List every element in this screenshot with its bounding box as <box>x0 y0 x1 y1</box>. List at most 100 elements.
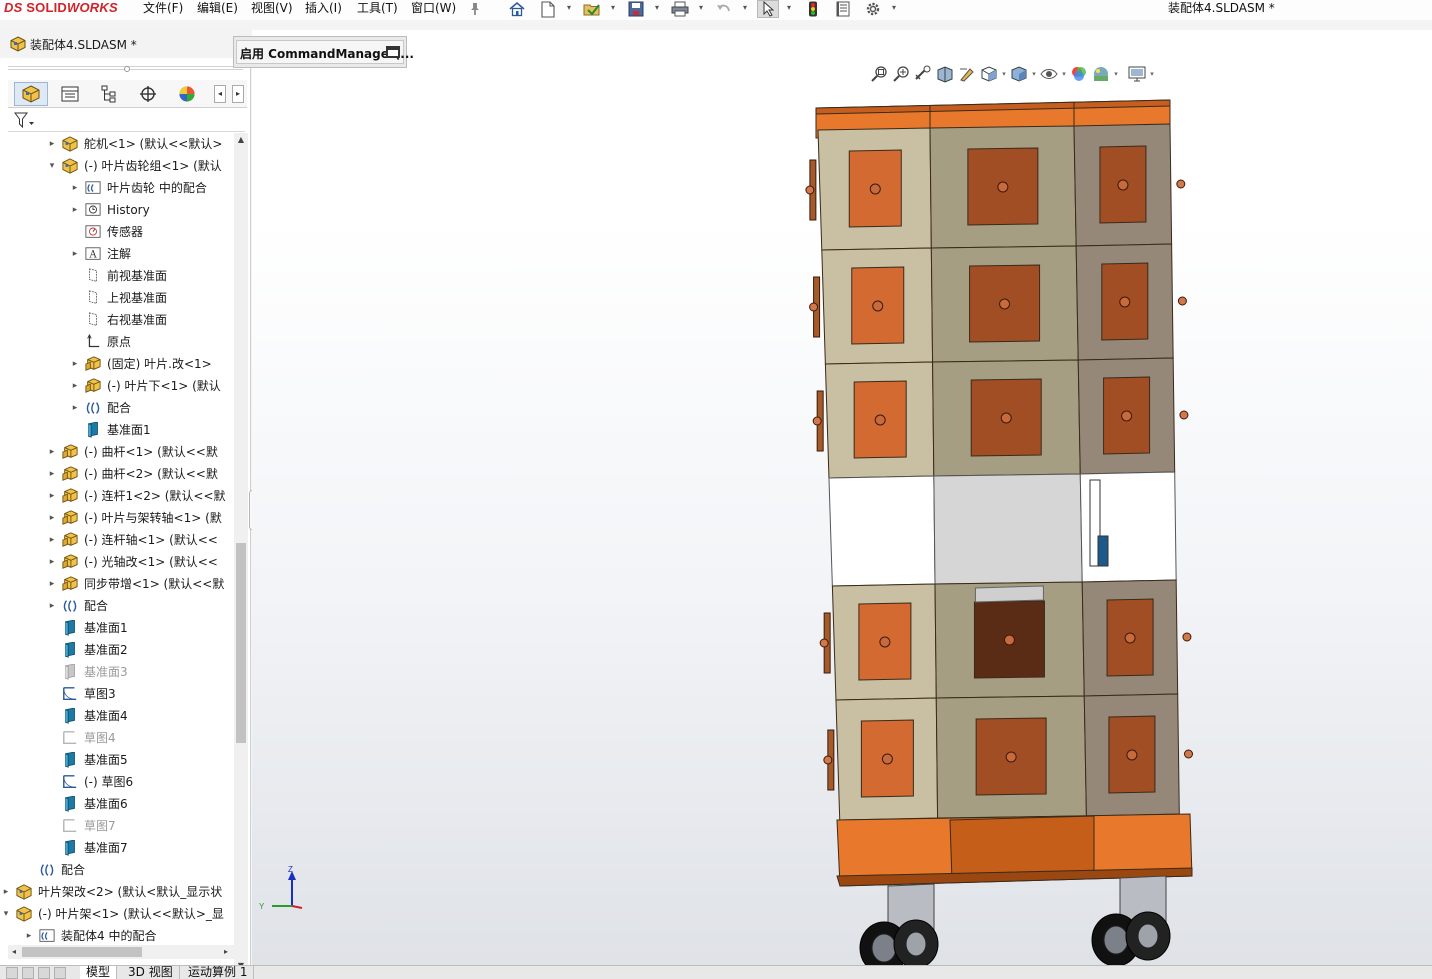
tree-item[interactable]: ▸ 装配体4 中的配合 <box>0 925 234 945</box>
tree-item[interactable]: ▾ (-) 叶片齿轮组<1> (默认 <box>0 155 234 177</box>
expand-arrow-icon[interactable]: ▸ <box>47 133 57 155</box>
tree-item[interactable]: ▸ (-) 连杆轴<1> (默认<< <box>0 529 234 551</box>
tree-item[interactable]: 基准面7 <box>0 837 234 859</box>
tree-item[interactable]: 上视基准面 <box>0 287 234 309</box>
configurationmanager-tab[interactable] <box>92 82 126 106</box>
tree-item[interactable]: ▸ 叶片架改<2> (默认<默认_显示状 <box>0 881 234 903</box>
tree-item[interactable]: 基准面4 <box>0 705 234 727</box>
menu-tools[interactable]: 工具(T) <box>357 0 398 18</box>
expand-arrow-icon[interactable]: ▸ <box>70 353 80 375</box>
collapse-arrow-icon[interactable]: ▾ <box>47 155 57 177</box>
tab-3d-view[interactable]: 3D 视图 <box>122 966 180 979</box>
expand-arrow-icon[interactable]: ▸ <box>70 375 80 397</box>
collapse-arrow-icon[interactable]: ▾ <box>1 903 11 925</box>
tree-item[interactable]: 前视基准面 <box>0 265 234 287</box>
tree-item[interactable]: ▸ (-) 叶片下<1> (默认 <box>0 375 234 397</box>
scroll-right-icon[interactable]: ▸ <box>220 945 232 959</box>
tree-item[interactable]: ▸ (-) 叶片与架转轴<1> (默 <box>0 507 234 529</box>
tab-model[interactable]: 模型 <box>80 966 118 979</box>
tree-item[interactable]: ▸ (-) 曲杆<2> (默认<<默 <box>0 463 234 485</box>
tree-item[interactable]: 草图7 <box>0 815 234 837</box>
tree-item[interactable]: ▸ (-) 光轴改<1> (默认<< <box>0 551 234 573</box>
menu-file[interactable]: 文件(F) <box>143 0 183 18</box>
options-gear-icon[interactable] <box>862 0 884 18</box>
tree-item[interactable]: ▸ 配合 <box>0 595 234 617</box>
save-icon[interactable] <box>625 0 647 18</box>
expand-arrow-icon[interactable]: ▸ <box>70 397 80 419</box>
tree-item[interactable]: 草图3 <box>0 683 234 705</box>
open-dropdown-arrow[interactable]: ▾ <box>609 0 617 18</box>
tree-item[interactable]: ▸ 叶片齿轮 中的配合 <box>0 177 234 199</box>
expand-arrow-icon[interactable]: ▸ <box>47 551 57 573</box>
scroll-up-icon[interactable]: ▲ <box>234 135 248 147</box>
dimxpert-tab[interactable] <box>131 82 165 106</box>
expand-arrow-icon[interactable]: ▸ <box>47 463 57 485</box>
save-dropdown-arrow[interactable]: ▾ <box>653 0 661 18</box>
expand-arrow-icon[interactable]: ▸ <box>47 595 57 617</box>
vertical-scroll-thumb[interactable] <box>236 543 246 743</box>
tree-item[interactable]: ▾ (-) 叶片架<1> (默认<<默认>_显 <box>0 903 234 925</box>
print-dropdown-arrow[interactable]: ▾ <box>697 0 705 18</box>
expand-arrow-icon[interactable]: ▸ <box>70 199 80 221</box>
tree-horizontal-scrollbar[interactable]: ◂ ▸ <box>8 945 234 959</box>
tree-item[interactable]: 传感器 <box>0 221 234 243</box>
prev-tab-nav-icon[interactable] <box>22 967 34 979</box>
new-file-icon[interactable] <box>537 0 559 18</box>
featuremanager-tab[interactable] <box>14 82 48 106</box>
tab-motion-study-1[interactable]: 运动算例 1 <box>182 966 255 979</box>
tree-item[interactable]: 基准面6 <box>0 793 234 815</box>
pin-icon[interactable] <box>464 0 486 18</box>
menu-edit[interactable]: 编辑(E) <box>197 0 238 18</box>
undo-dropdown-arrow[interactable]: ▾ <box>741 0 749 18</box>
undo-icon[interactable] <box>713 0 735 18</box>
options-dropdown-arrow[interactable]: ▾ <box>890 0 898 18</box>
expand-arrow-icon[interactable]: ▸ <box>70 243 80 265</box>
new-dropdown-arrow[interactable]: ▾ <box>565 0 573 18</box>
tree-item[interactable]: ▸ History <box>0 199 234 221</box>
expand-arrow-icon[interactable]: ▸ <box>47 507 57 529</box>
maximize-icon[interactable] <box>386 46 400 58</box>
tabs-scroll-left-icon[interactable]: ◂ <box>214 85 226 103</box>
tree-item[interactable]: ▸ 配合 <box>0 397 234 419</box>
expand-arrow-icon[interactable]: ▸ <box>47 485 57 507</box>
tree-item[interactable]: ▸ 舵机<1> (默认<<默认> <box>0 133 234 155</box>
last-tab-nav-icon[interactable] <box>54 967 66 979</box>
menu-insert[interactable]: 插入(I) <box>305 0 342 18</box>
next-tab-nav-icon[interactable] <box>38 967 50 979</box>
home-icon[interactable] <box>506 0 528 18</box>
tree-item[interactable]: 基准面5 <box>0 749 234 771</box>
tree-vertical-scrollbar[interactable]: ▲ ▼ <box>234 133 248 975</box>
tree-item[interactable]: 原点 <box>0 331 234 353</box>
tree-item[interactable]: 基准面1 <box>0 617 234 639</box>
tree-item[interactable]: 基准面3 <box>0 661 234 683</box>
expand-arrow-icon[interactable]: ▸ <box>70 177 80 199</box>
print-icon[interactable] <box>669 0 691 18</box>
assembly-3d-model[interactable] <box>252 30 1432 965</box>
select-dropdown-arrow[interactable]: ▾ <box>785 0 793 18</box>
menu-window[interactable]: 窗口(W) <box>411 0 456 18</box>
tree-item[interactable]: 草图4 <box>0 727 234 749</box>
enable-command-manager-button[interactable]: 启用 CommandManager(... <box>236 40 414 64</box>
tree-item[interactable]: ▸ A 注解 <box>0 243 234 265</box>
tree-item[interactable]: 基准面2 <box>0 639 234 661</box>
expand-arrow-icon[interactable]: ▸ <box>24 925 34 945</box>
tree-item[interactable]: 基准面1 <box>0 419 234 441</box>
tree-item[interactable]: ▸ (-) 曲杆<1> (默认<<默 <box>0 441 234 463</box>
open-icon[interactable] <box>581 0 603 18</box>
tree-item[interactable]: 右视基准面 <box>0 309 234 331</box>
expand-arrow-icon[interactable]: ▸ <box>47 441 57 463</box>
traffic-light-icon[interactable] <box>802 0 824 18</box>
graphics-viewport[interactable]: ▾ ▾ ▾ ▾ ▾ Z Y <box>252 30 1432 965</box>
horizontal-scroll-thumb[interactable] <box>22 947 142 957</box>
filter-icon[interactable] <box>14 112 36 130</box>
tree-item[interactable]: 配合 <box>0 859 234 881</box>
scroll-left-icon[interactable]: ◂ <box>8 945 20 959</box>
tree-item[interactable]: ▸ (固定) 叶片.改<1> <box>0 353 234 375</box>
select-icon[interactable] <box>757 0 779 18</box>
first-tab-nav-icon[interactable] <box>6 967 18 979</box>
tree-item[interactable]: ▸ (-) 连杆1<2> (默认<<默 <box>0 485 234 507</box>
file-properties-icon[interactable] <box>832 0 854 18</box>
propertymanager-tab[interactable] <box>53 82 87 106</box>
menu-view[interactable]: 视图(V) <box>251 0 293 18</box>
expand-arrow-icon[interactable]: ▸ <box>47 529 57 551</box>
